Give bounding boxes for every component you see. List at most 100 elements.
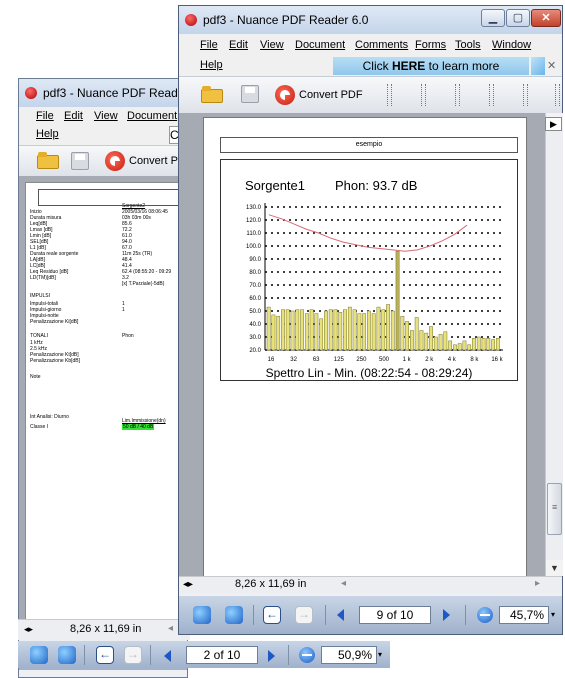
scroll-thumb[interactable]: ≡ xyxy=(547,483,562,535)
report-section-title: TONALI xyxy=(30,333,48,339)
chart-bar xyxy=(314,313,319,351)
zoom-out-icon[interactable] xyxy=(299,647,315,663)
minimize-button[interactable]: ▁ xyxy=(481,9,505,27)
chart-bar xyxy=(429,326,433,351)
back-titlebar[interactable]: pdf3 - Nuance PDF Reader 6.0 xyxy=(19,79,208,107)
separator xyxy=(465,605,466,625)
back-menu-edit[interactable]: Edit xyxy=(64,110,83,122)
forward-button-icon[interactable]: → xyxy=(124,646,142,664)
menu-window[interactable]: Window xyxy=(492,39,531,51)
report-value: Phon xyxy=(122,333,134,339)
scroll-left-icon[interactable]: ◂ xyxy=(341,578,346,589)
zoom-dropdown-icon[interactable]: ▾ xyxy=(551,610,555,619)
toolbar-grip[interactable] xyxy=(555,84,560,106)
banner-text-post: to learn more xyxy=(425,59,500,73)
toolbar-grip[interactable] xyxy=(523,84,528,106)
zoom-dropdown-icon[interactable]: ▾ xyxy=(378,650,382,659)
chart-bar xyxy=(362,313,367,351)
menu-edit[interactable]: Edit xyxy=(229,39,248,51)
zoom-box[interactable]: 45,7% xyxy=(499,606,549,624)
next-page-icon[interactable] xyxy=(443,609,450,621)
back-document-pane[interactable]: S Sorgente2Inizio2005/03/16 08:06:45Dura… xyxy=(19,176,187,626)
chart-y-tick-label: 90.0 xyxy=(249,257,261,263)
front-page-size: 8,26 x 11,69 in xyxy=(235,578,307,590)
convert-pdf-label[interactable]: Convert PDF xyxy=(299,89,363,101)
chart-bar xyxy=(285,309,290,351)
front-menubar: File Edit View Document Comments Forms T… xyxy=(179,36,562,56)
back-scroll-left-icon[interactable]: ◂ xyxy=(168,623,173,634)
chart-bar xyxy=(319,318,324,351)
banner-decoration-icon xyxy=(531,57,545,75)
chart-x-tick-label: 63 xyxy=(313,357,320,363)
rotate-right-icon[interactable] xyxy=(225,606,243,624)
previous-page-icon[interactable] xyxy=(337,609,344,621)
chart-bar xyxy=(386,304,390,351)
back-navbar-extended: ← → 2 of 10 50,9% ▾ xyxy=(18,641,390,668)
next-page-icon[interactable] xyxy=(268,650,275,662)
chart-y-tick-label: 70.0 xyxy=(249,283,261,289)
convert-pdf-icon[interactable] xyxy=(105,151,125,171)
menu-file[interactable]: File xyxy=(200,39,218,51)
rotate-left-icon[interactable] xyxy=(193,606,211,624)
separator xyxy=(150,645,151,665)
zoom-out-icon[interactable] xyxy=(477,607,493,623)
save-disk-icon[interactable] xyxy=(241,85,259,103)
back-page: S Sorgente2Inizio2005/03/16 08:06:45Dura… xyxy=(25,182,187,626)
chart-x-tick-label: 1 k xyxy=(403,357,412,363)
maximize-button[interactable]: ▢ xyxy=(506,9,530,27)
back-menu-file[interactable]: File xyxy=(36,110,54,122)
report-note: Note xyxy=(30,374,41,380)
previous-page-icon[interactable] xyxy=(164,650,171,662)
toolbar-grip[interactable] xyxy=(421,84,426,106)
page-indicator[interactable]: 9 of 10 xyxy=(359,606,431,624)
back-menu-document[interactable]: Document xyxy=(127,110,177,122)
document-pane[interactable]: esempio Sorgente1 Phon: 93.7 dB 130.0 120.0… xyxy=(179,113,545,576)
chart-bar xyxy=(290,310,295,351)
menu-comments[interactable]: Comments xyxy=(355,39,408,51)
chart-y-tick-label: 100.0 xyxy=(246,244,262,250)
chart-bar xyxy=(367,310,371,351)
menu-document[interactable]: Document xyxy=(295,39,345,51)
split-icon[interactable]: ◂▸ xyxy=(24,624,33,635)
vertical-scrollbar[interactable]: ▲ ≡ ▼ xyxy=(545,113,563,576)
toolbar-grip[interactable] xyxy=(455,84,460,106)
toolbar-grip[interactable] xyxy=(489,84,494,106)
chart-bar xyxy=(281,309,285,351)
banner-close-icon[interactable]: ✕ xyxy=(547,59,556,72)
chart-bar xyxy=(347,306,352,351)
chart-y-tick-label: 50.0 xyxy=(249,309,261,315)
chart-bar xyxy=(410,330,414,351)
convert-pdf-icon[interactable] xyxy=(275,85,295,105)
chart-bar xyxy=(376,306,381,351)
back-zoom-box[interactable]: 50,9% xyxy=(321,646,377,664)
rotate-right-icon[interactable] xyxy=(58,646,76,664)
chart-bar xyxy=(352,309,357,351)
back-page-indicator[interactable]: 2 of 10 xyxy=(186,646,258,664)
menu-forms[interactable]: Forms xyxy=(415,39,446,51)
rotate-left-icon[interactable] xyxy=(30,646,48,664)
separator xyxy=(325,605,326,625)
sidebar-expand-icon[interactable]: ▶ xyxy=(545,117,562,131)
open-folder-icon[interactable] xyxy=(201,86,223,103)
learn-more-banner[interactable]: Click HERE to learn more xyxy=(333,57,529,75)
front-titlebar[interactable]: pdf3 - Nuance PDF Reader 6.0 ▁ ▢ ✕ xyxy=(179,6,562,34)
nuance-logo-icon xyxy=(25,87,37,99)
menu-help[interactable]: Help xyxy=(200,59,223,71)
split-icon[interactable]: ◂▸ xyxy=(183,579,193,590)
back-menu-help[interactable]: Help xyxy=(36,128,59,140)
forward-button-icon[interactable]: → xyxy=(295,606,313,624)
save-disk-icon[interactable] xyxy=(71,152,89,170)
back-button-icon[interactable]: ← xyxy=(96,646,114,664)
menu-tools[interactable]: Tools xyxy=(455,39,481,51)
scroll-down-icon[interactable]: ▼ xyxy=(546,560,563,576)
open-folder-icon[interactable] xyxy=(37,152,59,169)
front-hscrollbar[interactable]: ◂▸ 8,26 x 11,69 in ◂ ▸ xyxy=(179,576,562,593)
close-button[interactable]: ✕ xyxy=(531,9,561,27)
back-button-icon[interactable]: ← xyxy=(263,606,281,624)
toolbar-grip[interactable] xyxy=(387,84,392,106)
back-menu-view[interactable]: View xyxy=(94,110,118,122)
scroll-right-icon[interactable]: ▸ xyxy=(535,578,540,589)
front-menubar-row2: Help Click HERE to learn more ✕ xyxy=(179,56,562,76)
back-hscrollbar-2[interactable]: ◂▸ 8,26 x 11,69 in ◂ xyxy=(18,619,190,640)
menu-view[interactable]: View xyxy=(260,39,284,51)
